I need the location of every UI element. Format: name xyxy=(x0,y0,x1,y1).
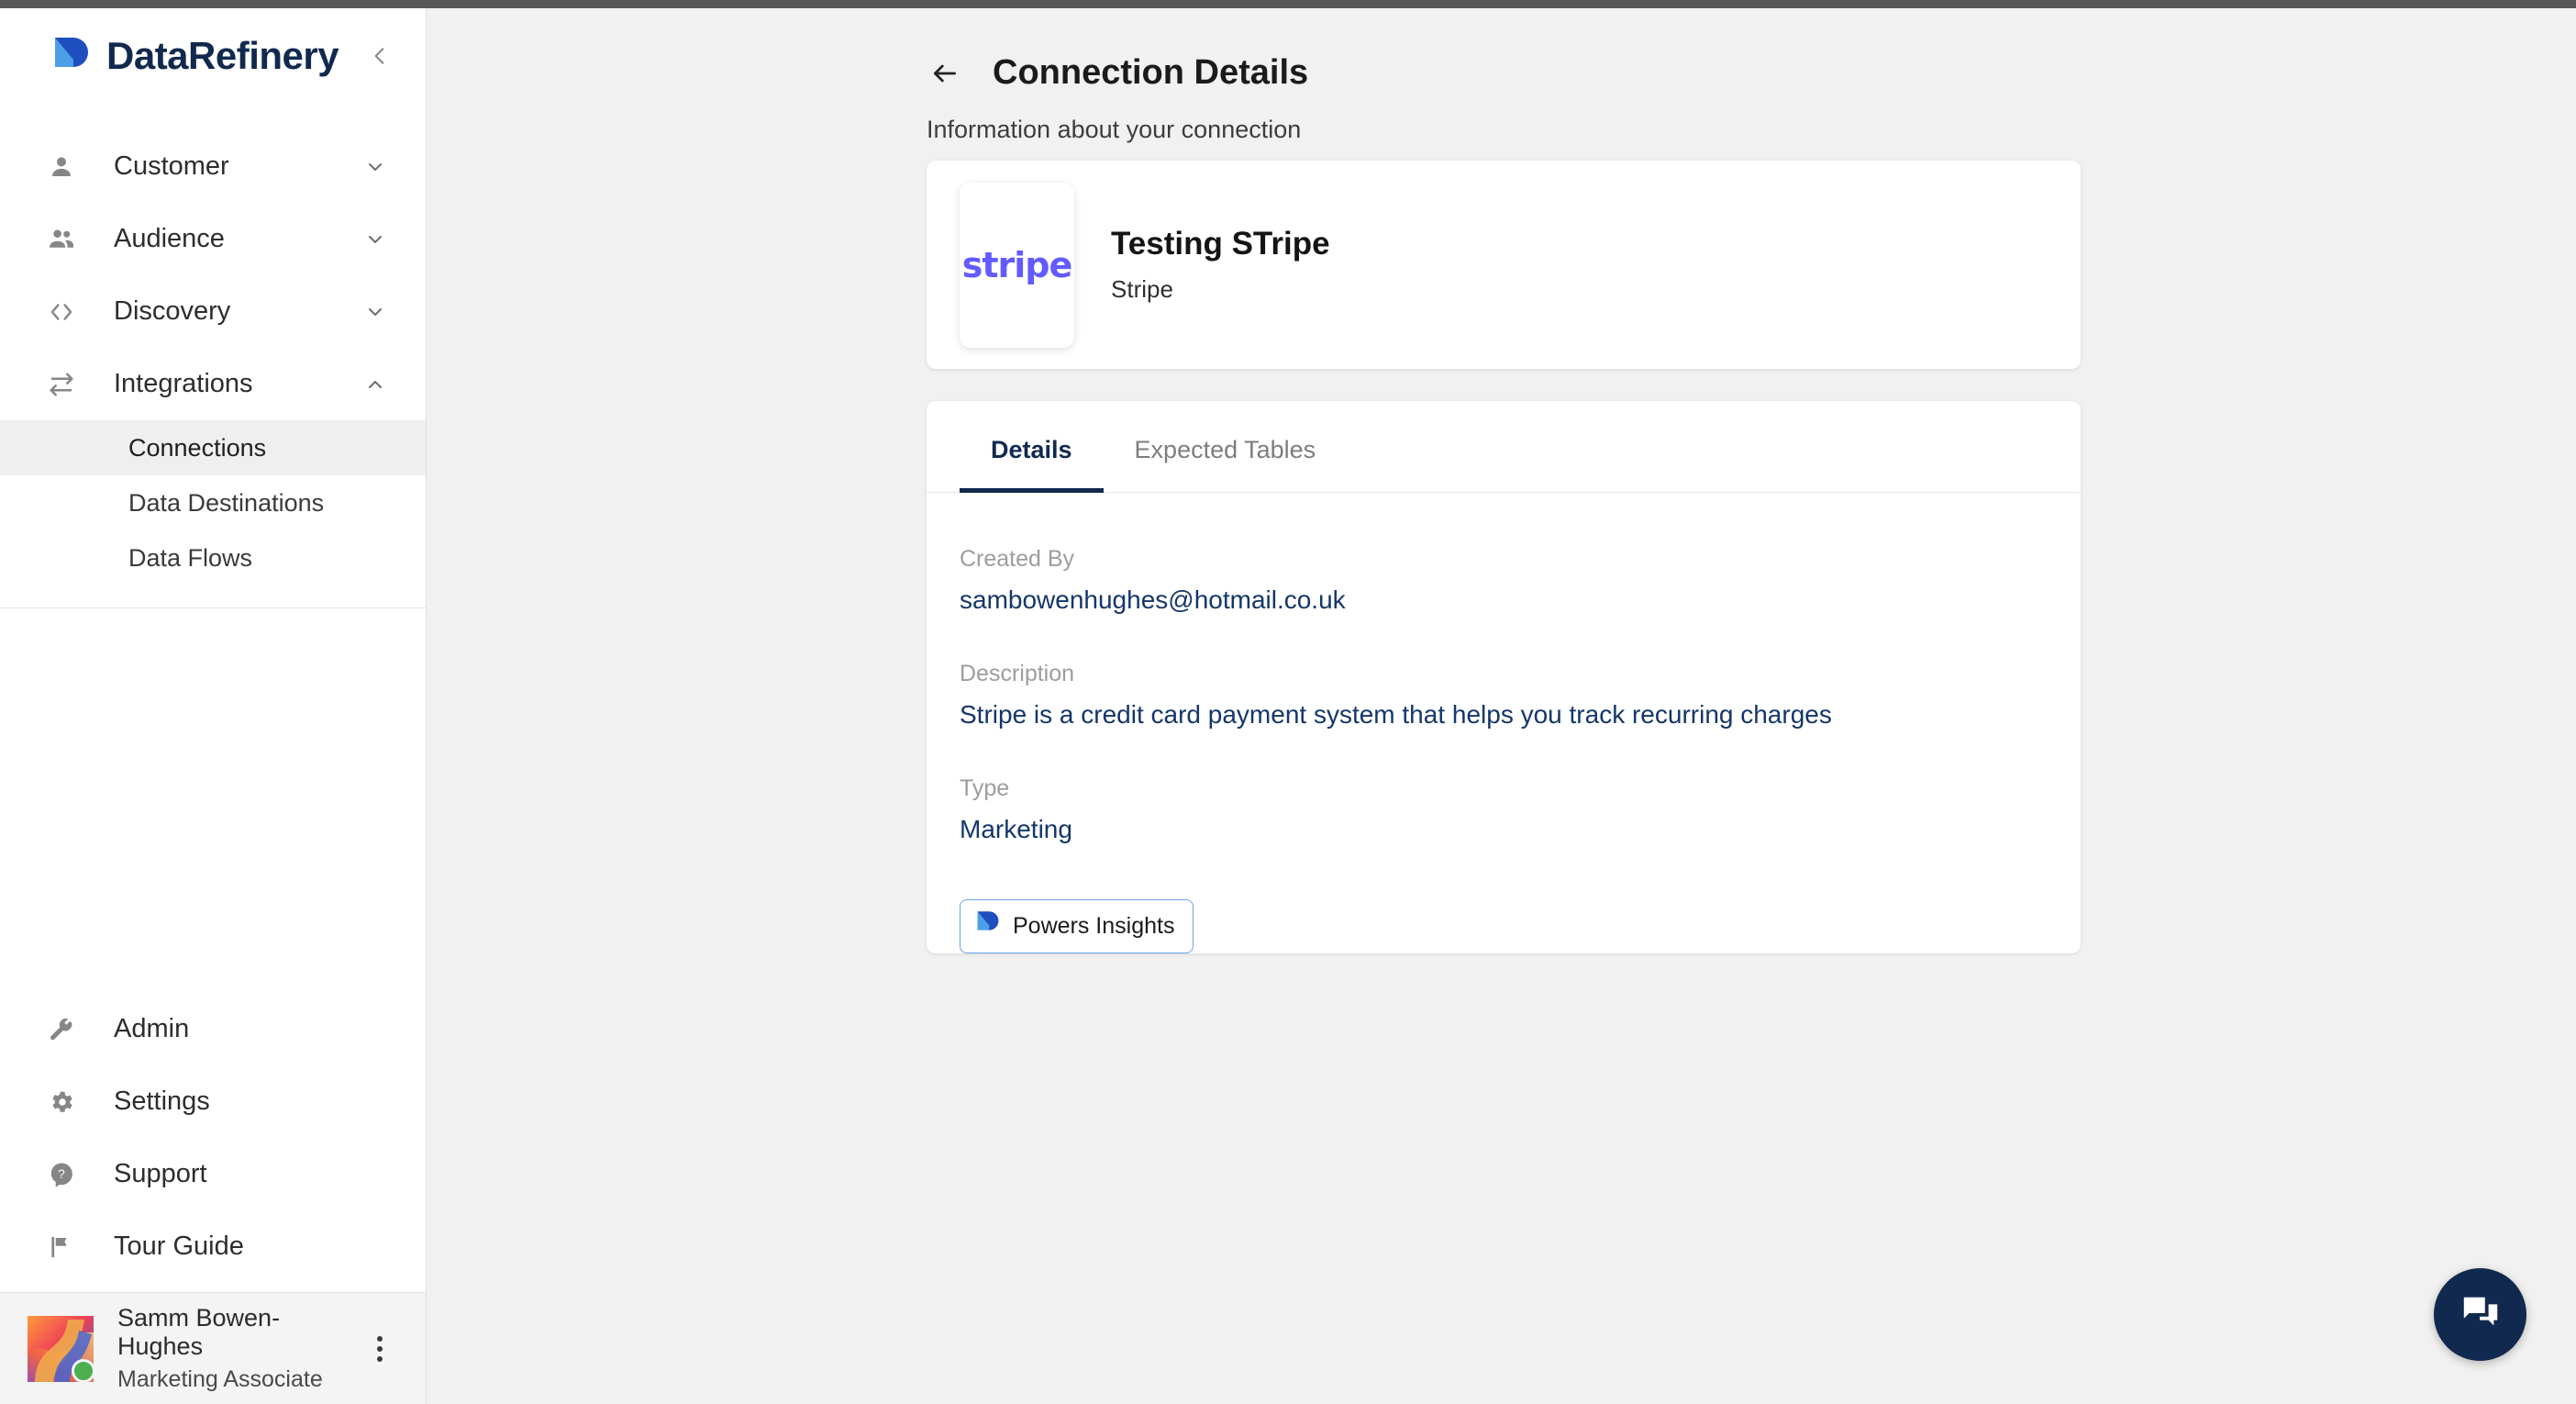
user-profile-row[interactable]: Samm Bowen-Hughes Marketing Associate xyxy=(0,1292,426,1404)
page-header: Connection Details Information about you… xyxy=(427,0,2576,144)
chevron-up-icon[interactable] xyxy=(360,373,391,396)
sidebar-item-connections[interactable]: Connections xyxy=(0,420,426,475)
app-root: DataRefinery Customer Audience Discovery… xyxy=(0,0,2576,1404)
details-fields: Created By sambowenhughes@hotmail.co.uk … xyxy=(927,493,2081,953)
stripe-logo-text: stripe xyxy=(961,244,1073,285)
sidebar-item-discovery[interactable]: Discovery xyxy=(0,275,426,348)
sidebar-item-settings[interactable]: Settings xyxy=(0,1065,426,1138)
connection-provider: Stripe xyxy=(1111,275,1173,303)
sidebar-divider xyxy=(0,607,426,608)
stripe-logo-icon: stripe xyxy=(960,182,1074,348)
chevron-down-icon[interactable] xyxy=(360,301,391,323)
connection-summary-card: stripe Testing STripe Stripe xyxy=(927,161,2081,369)
datarefinery-logo-icon xyxy=(51,36,92,76)
created-by-value: sambowenhughes@hotmail.co.uk xyxy=(960,585,1346,614)
person-icon xyxy=(48,153,88,181)
sidebar-item-label: Admin xyxy=(114,1014,190,1043)
tab-label: Expected Tables xyxy=(1134,436,1316,463)
sidebar-collapse-button[interactable] xyxy=(361,38,398,74)
window-top-strip xyxy=(0,0,2576,8)
user-name: Samm Bowen-Hughes xyxy=(117,1304,281,1360)
details-card: Details Expected Tables Created By sambo… xyxy=(927,401,2081,953)
help-icon: ? xyxy=(48,1161,88,1188)
primary-nav: Customer Audience Discovery Integrations… xyxy=(0,112,426,993)
user-role: Marketing Associate xyxy=(117,1366,323,1392)
sidebar-item-label: Settings xyxy=(114,1086,210,1116)
tab-label: Details xyxy=(991,436,1072,463)
brand-header: DataRefinery xyxy=(0,0,426,112)
page-title: Connection Details xyxy=(993,53,1309,92)
sync-icon xyxy=(48,371,88,398)
main-content: Connection Details Information about you… xyxy=(427,0,2576,1404)
presence-indicator-online xyxy=(72,1358,95,1383)
type-label: Type xyxy=(960,775,1010,801)
type-value: Marketing xyxy=(960,815,1072,843)
flag-icon xyxy=(48,1233,88,1261)
sidebar-item-data-destinations[interactable]: Data Destinations xyxy=(0,475,426,530)
gear-icon xyxy=(48,1088,88,1116)
powers-insights-badge[interactable]: Powers Insights xyxy=(960,899,1194,953)
tab-expected-tables[interactable]: Expected Tables xyxy=(1104,401,1348,492)
powers-insights-label: Powers Insights xyxy=(1013,913,1175,939)
sidebar-item-integrations[interactable]: Integrations xyxy=(0,348,426,420)
sidebar-item-label: Discovery xyxy=(114,296,231,326)
chat-support-button[interactable] xyxy=(2434,1268,2526,1361)
datarefinery-logo-icon xyxy=(975,910,1001,942)
sidebar-item-customer[interactable]: Customer xyxy=(0,130,426,203)
sidebar-item-label: Customer xyxy=(114,151,229,181)
tab-details[interactable]: Details xyxy=(960,401,1104,493)
wrench-icon xyxy=(48,1016,88,1043)
sidebar-item-label: Integrations xyxy=(114,369,253,398)
connection-name: Testing STripe xyxy=(1111,226,1330,262)
description-value: Stripe is a credit card payment system t… xyxy=(960,700,1832,729)
sidebar-item-admin[interactable]: Admin xyxy=(0,993,426,1065)
sidebar-item-tour-guide[interactable]: Tour Guide xyxy=(0,1210,426,1283)
more-vertical-icon[interactable] xyxy=(361,1335,398,1362)
tab-bar: Details Expected Tables xyxy=(927,401,2081,493)
people-icon xyxy=(48,226,88,253)
chevron-down-icon[interactable] xyxy=(360,228,391,251)
arrow-left-icon[interactable] xyxy=(927,55,963,92)
sidebar-item-label: Audience xyxy=(114,224,225,253)
brand-name: DataRefinery xyxy=(106,34,339,77)
chevron-down-icon[interactable] xyxy=(360,156,391,178)
code-icon xyxy=(48,298,88,326)
sidebar-item-audience[interactable]: Audience xyxy=(0,203,426,275)
chat-bubble-icon xyxy=(2459,1291,2502,1338)
sidebar-subitem-label: Connections xyxy=(128,433,267,462)
sidebar-subitem-label: Data Destinations xyxy=(128,488,325,517)
sidebar-subitem-label: Data Flows xyxy=(128,543,253,572)
sidebar-item-label: Support xyxy=(114,1159,207,1188)
svg-text:?: ? xyxy=(58,1166,65,1180)
sidebar-item-data-flows[interactable]: Data Flows xyxy=(0,530,426,585)
sidebar-item-support[interactable]: ? Support xyxy=(0,1138,426,1210)
content-area: stripe Testing STripe Stripe Details Exp… xyxy=(927,161,2576,1404)
avatar xyxy=(23,1315,99,1387)
secondary-nav: Admin Settings ? Support Tour Guide xyxy=(0,993,426,1292)
description-label: Description xyxy=(960,661,1075,686)
sidebar: DataRefinery Customer Audience Discovery… xyxy=(0,0,427,1404)
sidebar-item-label: Tour Guide xyxy=(114,1231,244,1261)
created-by-label: Created By xyxy=(960,546,1075,572)
page-subtitle: Information about your connection xyxy=(927,116,1302,143)
